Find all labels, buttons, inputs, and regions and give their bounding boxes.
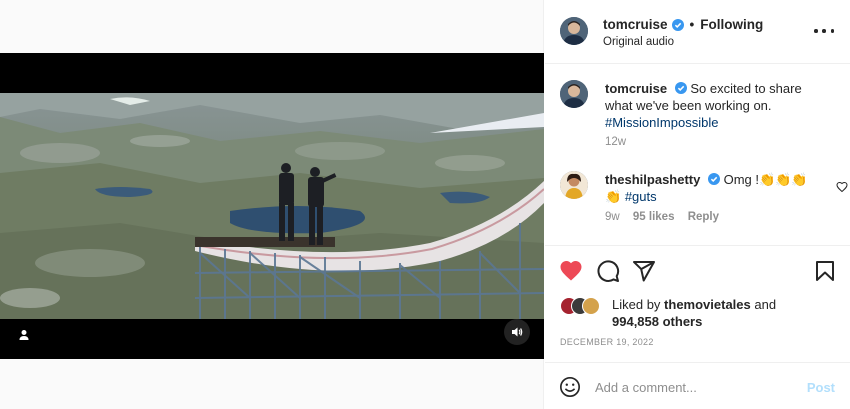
person-icon	[19, 330, 29, 340]
caption-text-block: tomcruise So excited to share what we've…	[605, 80, 820, 131]
liked-by-prefix: Liked by	[612, 297, 661, 312]
heart-outline-icon[interactable]	[836, 181, 848, 193]
post-comment-button[interactable]: Post	[807, 380, 835, 395]
comment-meta: 9w 95 likes Reply	[605, 211, 719, 223]
comment-age[interactable]: 9w	[605, 211, 620, 223]
comment-item: theshilpashetty Omg !👏👏👏 👏 #guts 9w 95 l…	[560, 171, 848, 231]
post-date[interactable]: DECEMBER 19, 2022	[560, 337, 654, 347]
verified-badge-icon	[671, 18, 684, 31]
caption-author-avatar[interactable]	[560, 80, 588, 108]
instagram-post-modal: tomcruise • Following Original audio tom…	[0, 0, 850, 409]
speaker-icon	[512, 327, 523, 337]
bookmark-icon[interactable]	[813, 259, 837, 283]
comment-bubble-icon[interactable]	[596, 259, 620, 283]
commenter-username[interactable]: theshilpashetty	[605, 172, 700, 187]
liked-by-text: Liked by themovietales and 994,858 other…	[612, 296, 776, 330]
commenter-avatar[interactable]	[560, 171, 588, 199]
liker-avatar[interactable]	[582, 297, 600, 315]
caption-age[interactable]: 12w	[605, 136, 626, 148]
comment-hashtag[interactable]: #guts	[625, 189, 657, 204]
heart-filled-icon[interactable]	[559, 259, 583, 283]
comment-text-continued: 👏	[605, 189, 622, 204]
mute-button[interactable]	[504, 319, 530, 345]
reply-button[interactable]: Reply	[688, 211, 719, 223]
verified-badge-icon	[674, 82, 687, 94]
media-panel	[0, 0, 544, 409]
likes-count[interactable]: 994,858 others	[612, 314, 702, 329]
author-line: tomcruise • Following	[603, 17, 763, 32]
author-username[interactable]: tomcruise	[603, 17, 668, 32]
post-header: tomcruise • Following Original audio	[545, 0, 850, 64]
audio-label[interactable]: Original audio	[603, 36, 674, 48]
liked-by-user[interactable]: themovietales	[664, 297, 751, 312]
comment-likes[interactable]: 95 likes	[633, 211, 675, 223]
more-horizontal-icon	[814, 29, 818, 33]
tagged-users-button[interactable]	[14, 325, 34, 345]
action-bar	[545, 245, 850, 295]
following-button[interactable]: Following	[700, 17, 763, 32]
comment-text-block: theshilpashetty Omg !👏👏👏 👏 #guts	[605, 171, 820, 205]
caption: tomcruise So excited to share what we've…	[560, 80, 845, 150]
verified-badge-icon	[707, 173, 720, 185]
more-options-button[interactable]	[814, 24, 834, 38]
video-frame	[0, 93, 544, 319]
liked-by-and: and	[754, 297, 777, 312]
post-details-panel: tomcruise • Following Original audio tom…	[545, 0, 850, 409]
author-avatar[interactable]	[560, 17, 588, 45]
caption-username[interactable]: tomcruise	[605, 81, 667, 96]
separator-dot: •	[689, 17, 695, 32]
caption-hashtag[interactable]: #MissionImpossible	[605, 115, 718, 130]
paper-plane-icon[interactable]	[632, 259, 656, 283]
add-comment-bar: Post	[545, 362, 850, 409]
liked-by-row: Liked by themovietales and 994,858 other…	[560, 294, 845, 334]
smiley-icon[interactable]	[559, 376, 581, 398]
comment-input[interactable]	[595, 376, 795, 398]
post-video[interactable]	[0, 53, 544, 359]
comment-text: Omg !👏👏👏	[723, 172, 808, 187]
